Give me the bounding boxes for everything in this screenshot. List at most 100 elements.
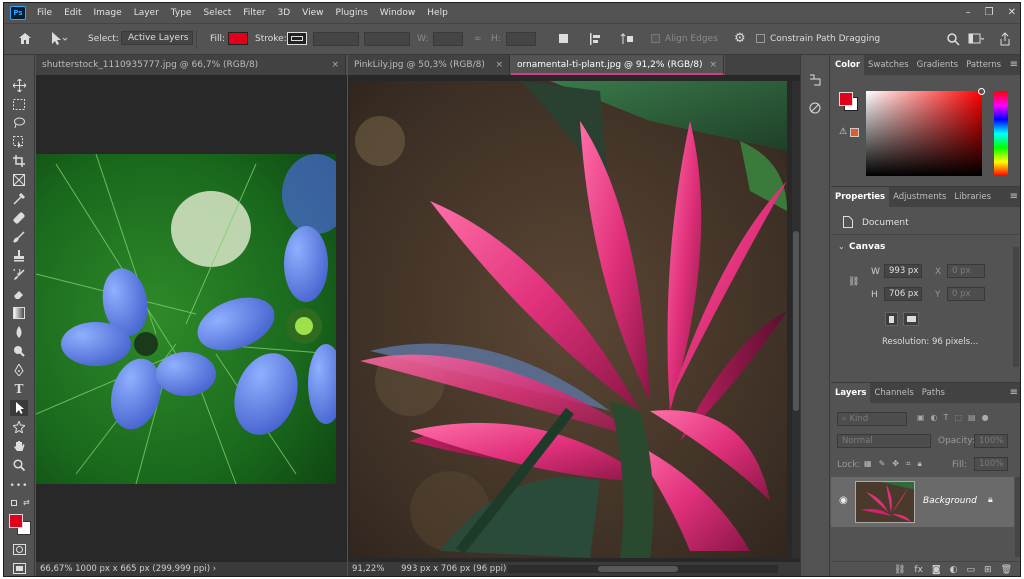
tab-color[interactable]: Color <box>831 55 865 75</box>
menu-file[interactable]: File <box>31 3 58 23</box>
close-tab-icon[interactable]: × <box>495 55 503 75</box>
height-field[interactable] <box>506 32 536 46</box>
filter-pixel-icon[interactable]: ▣ <box>917 413 925 422</box>
new-group-icon[interactable]: ▭ <box>967 562 976 576</box>
delete-layer-icon[interactable]: 🗑︎ <box>1001 562 1012 576</box>
canvas-width-field[interactable]: 993 px <box>884 264 922 278</box>
fill-field[interactable]: 100% <box>974 457 1008 471</box>
link-layers-icon[interactable]: ⛓ <box>894 562 905 576</box>
workspace-icon[interactable] <box>968 33 984 45</box>
menu-3d[interactable]: 3D <box>272 3 297 23</box>
tab-adjustments[interactable]: Adjustments <box>889 187 950 207</box>
type-tool-icon[interactable]: T <box>10 381 28 397</box>
menu-type[interactable]: Type <box>165 3 198 23</box>
tab-libraries[interactable]: Libraries <box>950 187 995 207</box>
filter-type-icon[interactable]: T <box>944 413 949 422</box>
object-selection-icon[interactable] <box>10 134 28 150</box>
filter-toggle-icon[interactable]: ● <box>982 413 989 422</box>
healing-brush-icon[interactable] <box>10 210 28 226</box>
gear-icon[interactable]: ⚙ <box>734 32 746 45</box>
add-mask-icon[interactable]: ◙ <box>932 562 941 576</box>
home-icon[interactable] <box>18 32 32 45</box>
portrait-orientation-icon[interactable] <box>885 312 898 326</box>
close-button[interactable]: ✕ <box>1008 3 1016 23</box>
tab-document-1[interactable]: shutterstock_1110935777.jpg @ 66,7% (RGB… <box>36 55 346 75</box>
rectangular-marquee-icon[interactable] <box>10 96 28 112</box>
close-tab-icon[interactable]: × <box>709 55 717 73</box>
tab-swatches[interactable]: Swatches <box>864 55 913 75</box>
tab-document-2[interactable]: PinkLily.jpg @ 50,3% (RGB/8) × <box>348 55 510 75</box>
crop-tool-icon[interactable] <box>10 153 28 169</box>
blend-mode-dropdown[interactable]: Normal <box>837 434 931 448</box>
path-selection-tool-icon[interactable] <box>48 31 68 47</box>
lock-position-icon[interactable]: ✥ <box>892 459 899 469</box>
panel-menu-icon[interactable]: ≡ <box>1010 187 1018 207</box>
close-tab-icon[interactable]: × <box>331 55 339 75</box>
tab-layers[interactable]: Layers <box>831 383 871 403</box>
tab-document-3[interactable]: ornamental-ti-plant.jpg @ 91,2% (RGB/8) … <box>511 55 724 75</box>
tab-gradients[interactable]: Gradients <box>913 55 962 75</box>
gamut-color-swatch[interactable] <box>850 128 859 137</box>
foreground-color-swatch[interactable] <box>9 514 23 528</box>
menu-select[interactable]: Select <box>197 3 237 23</box>
history-brush-icon[interactable] <box>10 267 28 283</box>
search-icon[interactable] <box>946 32 960 46</box>
color-field[interactable] <box>866 88 985 176</box>
scrollbar-thumb[interactable] <box>793 231 799 411</box>
gradient-tool-icon[interactable] <box>10 305 28 321</box>
tab-channels[interactable]: Channels <box>870 383 917 403</box>
hand-tool-icon[interactable] <box>10 438 28 454</box>
quick-mask-icon[interactable] <box>13 544 26 555</box>
menu-filter[interactable]: Filter <box>237 3 271 23</box>
scrollbar-thumb[interactable] <box>598 566 678 572</box>
chevron-down-icon[interactable]: ⌄ <box>838 242 845 251</box>
new-layer-icon[interactable]: ⊞ <box>984 562 992 576</box>
vertical-scrollbar[interactable] <box>792 81 800 558</box>
width-field[interactable] <box>433 32 463 46</box>
panel-menu-icon[interactable]: ≡ <box>1010 55 1018 75</box>
restore-button[interactable]: ❐ <box>985 3 994 23</box>
document-3-zoom[interactable]: 91,22% <box>352 564 384 574</box>
tab-properties[interactable]: Properties <box>831 187 890 207</box>
align-edges-checkbox[interactable] <box>651 34 660 43</box>
new-adjustment-icon[interactable]: ◐ <box>950 562 958 576</box>
visibility-eye-icon[interactable]: ◉ <box>839 495 848 506</box>
color-panel-foreground[interactable] <box>839 92 853 106</box>
zoom-tool-icon[interactable] <box>10 457 28 473</box>
swap-colors-icon[interactable]: ⇄ <box>23 498 30 507</box>
tab-patterns[interactable]: Patterns <box>962 55 1005 75</box>
horizontal-scrollbar[interactable] <box>508 565 778 573</box>
hue-slider[interactable] <box>994 91 1008 176</box>
document-1-zoom[interactable]: 66,67% <box>40 564 72 574</box>
menu-layer[interactable]: Layer <box>128 3 165 23</box>
panel-menu-icon[interactable]: ≡ <box>1010 383 1018 403</box>
layer-filter-kind[interactable]: ⌕ Kind <box>837 412 907 426</box>
more-tools-icon[interactable]: ••• <box>10 478 28 494</box>
layer-row-background[interactable]: ◉ Background 🔒︎ <box>831 477 1014 527</box>
document-3-canvas-area[interactable] <box>348 75 800 562</box>
minimize-button[interactable]: – <box>966 3 971 23</box>
share-icon[interactable] <box>999 32 1011 46</box>
menu-edit[interactable]: Edit <box>58 3 87 23</box>
path-arrangement-icon[interactable] <box>620 32 634 46</box>
gamut-warning-icon[interactable]: ⚠ <box>839 127 847 137</box>
properties-scrollbar[interactable] <box>1013 247 1019 367</box>
landscape-orientation-icon[interactable] <box>903 312 919 326</box>
move-tool-icon[interactable] <box>10 77 28 93</box>
menu-plugins[interactable]: Plugins <box>330 3 374 23</box>
frame-tool-icon[interactable] <box>10 172 28 188</box>
clone-stamp-icon[interactable] <box>10 248 28 264</box>
layer-name[interactable]: Background <box>923 496 977 506</box>
history-panel-icon[interactable] <box>808 73 822 87</box>
path-operations-icon[interactable] <box>558 33 570 45</box>
eraser-icon[interactable] <box>10 286 28 302</box>
link-icon[interactable]: ∞ <box>474 34 482 44</box>
opacity-field[interactable]: 100% <box>974 434 1008 448</box>
layers-scrollbar[interactable] <box>1015 477 1020 557</box>
brush-tool-icon[interactable] <box>10 229 28 245</box>
lock-all-icon[interactable]: 🔒︎ <box>917 459 921 469</box>
constrain-path-checkbox[interactable] <box>756 34 765 43</box>
layer-style-icon[interactable]: fx <box>914 562 923 576</box>
adjustments-panel-icon[interactable] <box>808 101 822 115</box>
select-dropdown[interactable]: Active Layers <box>121 31 193 45</box>
